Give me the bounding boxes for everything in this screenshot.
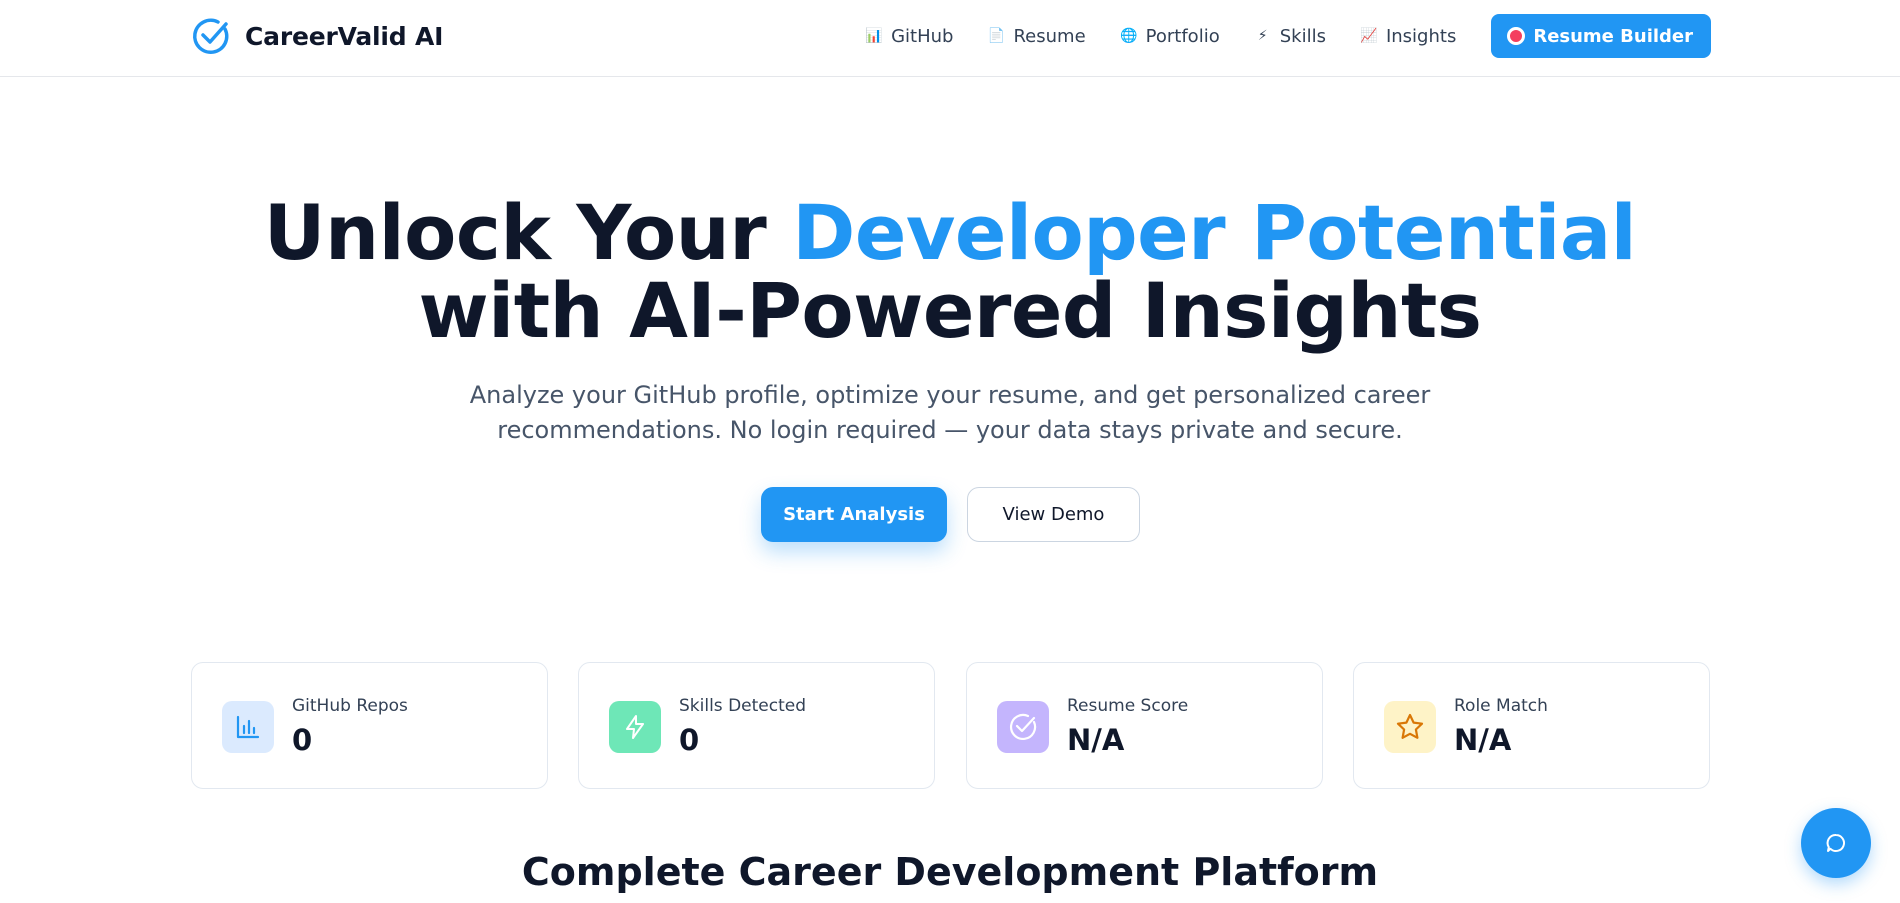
target-icon (1507, 27, 1526, 45)
check-circle-icon (997, 701, 1049, 753)
line-chart-emoji-icon: 📈 (1360, 28, 1378, 44)
stat-card-resume-score: Resume Score N/A (966, 662, 1323, 789)
resume-builder-label: Resume Builder (1533, 25, 1693, 47)
stat-label: Skills Detected (679, 696, 807, 716)
document-emoji-icon: 📄 (987, 28, 1006, 44)
stat-value: 0 (292, 723, 313, 757)
main-nav: 📊 GitHub 📄 Resume 🌐 Portfolio ⚡ Skills 📈… (848, 14, 1711, 58)
hero-title: Unlock Your Developer Potential with AI-… (0, 194, 1900, 350)
nav-item-insights[interactable]: 📈 Insights (1343, 14, 1473, 58)
chat-bubble-icon (1826, 834, 1845, 852)
section-title: Complete Career Development Platform (521, 850, 1379, 894)
check-circle-icon (193, 18, 229, 54)
nav-item-label: GitHub (891, 25, 954, 47)
stat-card-role-match: Role Match N/A (1353, 662, 1710, 789)
stat-label: GitHub Repos (292, 696, 408, 716)
stat-card-skills-detected: Skills Detected 0 (578, 662, 935, 789)
view-demo-button[interactable]: View Demo (967, 487, 1140, 542)
nav-item-resume[interactable]: 📄 Resume (970, 14, 1102, 58)
chat-button[interactable] (1801, 808, 1871, 878)
nav-item-skills[interactable]: ⚡ Skills (1237, 14, 1343, 58)
globe-emoji-icon: 🌐 (1119, 28, 1138, 44)
bar-chart-icon (222, 701, 274, 753)
nav-item-label: Resume (1013, 25, 1086, 47)
nav-item-portfolio[interactable]: 🌐 Portfolio (1103, 14, 1237, 58)
star-icon (1384, 701, 1436, 753)
stat-value: N/A (1454, 723, 1512, 757)
hero-subtitle: Analyze your GitHub profile, optimize yo… (469, 381, 1431, 444)
stat-value: N/A (1067, 723, 1125, 757)
start-analysis-button[interactable]: Start Analysis (761, 487, 947, 542)
stat-label: Resume Score (1067, 696, 1189, 716)
resume-builder-button[interactable]: Resume Builder (1491, 14, 1711, 58)
hero-title-line2: with AI-Powered Insights (418, 266, 1482, 355)
lightning-icon (609, 701, 661, 753)
stat-card-github-repos: GitHub Repos 0 (191, 662, 548, 789)
top-navbar: CareerValid AI 📊 GitHub 📄 Resume 🌐 Portf… (0, 0, 1900, 77)
nav-item-label: Skills (1279, 25, 1326, 47)
stat-value: 0 (679, 723, 700, 757)
hero-title-accent: Developer Potential (792, 188, 1637, 277)
lightning-emoji-icon: ⚡ (1257, 28, 1268, 44)
stat-label: Role Match (1454, 696, 1548, 716)
hero-title-part1: Unlock Your (263, 188, 793, 277)
nav-item-label: Portfolio (1145, 25, 1220, 47)
brand[interactable]: CareerValid AI (191, 16, 443, 56)
brand-name: CareerValid AI (245, 21, 444, 51)
bar-chart-emoji-icon: 📊 (865, 28, 883, 44)
nav-item-label: Insights (1385, 25, 1457, 47)
nav-item-github[interactable]: 📊 GitHub (848, 14, 970, 58)
